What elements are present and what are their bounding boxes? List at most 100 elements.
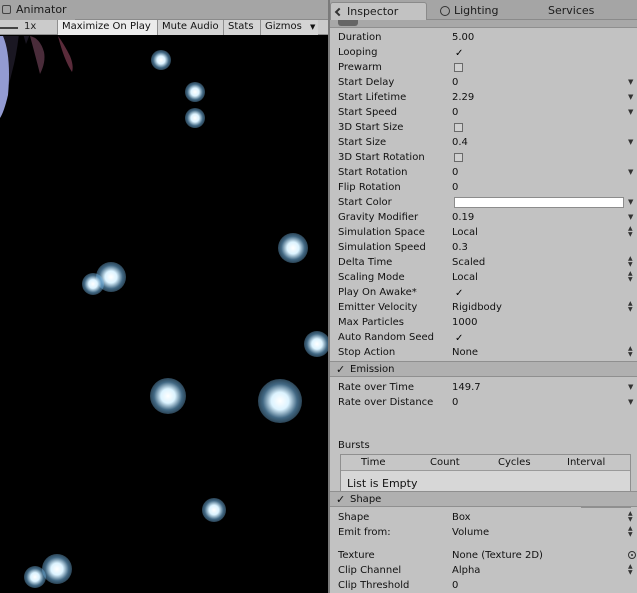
tab-animator[interactable]: Animator — [0, 0, 75, 20]
flip-rotation-field[interactable]: 0 — [452, 180, 458, 195]
clip-threshold-row: Clip Threshold 0 — [330, 578, 637, 593]
start-size-dropdown-icon[interactable]: ▼ — [628, 135, 633, 150]
gravity-modifier-row: Gravity Modifier 0.19 ▼ — [330, 210, 637, 225]
gizmos-dropdown-arrow-icon[interactable]: ▼ — [310, 20, 315, 34]
scale-slider-track[interactable] — [0, 27, 18, 29]
rate-over-distance-row: Rate over Distance 0 ▼ — [330, 395, 637, 410]
texture-field[interactable]: None (Texture 2D) — [452, 548, 543, 563]
maximize-on-play-button[interactable]: Maximize On Play — [57, 20, 157, 35]
delta-time-select[interactable]: Scaled — [452, 255, 485, 270]
start-lifetime-dropdown-icon[interactable]: ▼ — [628, 90, 633, 105]
stop-action-select[interactable]: None — [452, 345, 478, 360]
rate-over-time-label: Rate over Time — [338, 382, 415, 393]
auto-random-seed-row: Auto Random Seed ✓ — [330, 330, 637, 345]
emission-enabled-checkbox[interactable]: ✓ — [336, 363, 345, 376]
start-rotation-row: Start Rotation 0 ▼ — [330, 165, 637, 180]
scale-label: 1x — [24, 21, 37, 32]
stop-action-select-arrows-icon[interactable]: ▲ ▼ — [628, 346, 633, 358]
max-particles-label: Max Particles — [338, 317, 405, 328]
emitter-velocity-select-arrows-icon[interactable]: ▲ ▼ — [628, 301, 633, 313]
clip-channel-row: Clip Channel Alpha ▲ ▼ — [330, 563, 637, 578]
shape-select-arrows-icon[interactable]: ▲ ▼ — [628, 511, 633, 523]
play-on-awake-row: Play On Awake* ✓ — [330, 285, 637, 300]
auto-random-seed-checkbox[interactable]: ✓ — [454, 333, 463, 344]
emitter-velocity-select[interactable]: Rigidbody — [452, 300, 502, 315]
gravity-modifier-dropdown-icon[interactable]: ▼ — [628, 210, 633, 225]
bursts-col-interval: Interval — [567, 457, 606, 468]
shape-enabled-checkbox[interactable]: ✓ — [336, 493, 345, 506]
mute-audio-button[interactable]: Mute Audio — [157, 20, 223, 35]
scaling-mode-select[interactable]: Local — [452, 270, 478, 285]
gravity-modifier-field[interactable]: 0.19 — [452, 210, 474, 225]
rate-over-distance-dropdown-icon[interactable]: ▼ — [628, 395, 633, 410]
shape-header[interactable]: ✓ Shape — [330, 491, 637, 507]
start-lifetime-label: Start Lifetime — [338, 92, 407, 103]
start-delay-dropdown-icon[interactable]: ▼ — [628, 75, 633, 90]
max-particles-field[interactable]: 1000 — [452, 315, 477, 330]
rate-over-time-dropdown-icon[interactable]: ▼ — [628, 380, 633, 395]
clip-channel-select[interactable]: Alpha — [452, 563, 480, 578]
emit-from-label: Emit from: — [338, 527, 391, 538]
simulation-space-select-arrows-icon[interactable]: ▲ ▼ — [628, 226, 633, 238]
tab-services[interactable]: Services — [532, 2, 612, 20]
shape-label: Shape — [338, 512, 370, 523]
start-delay-row: Start Delay 0 ▼ — [330, 75, 637, 90]
rate-over-time-field[interactable]: 149.7 — [452, 380, 481, 395]
stop-action-label: Stop Action — [338, 347, 396, 358]
gravity-modifier-label: Gravity Modifier — [338, 212, 419, 223]
gizmos-button[interactable]: Gizmos ▼ — [260, 20, 318, 35]
scaling-mode-select-arrows-icon[interactable]: ▲ ▼ — [628, 271, 633, 283]
particle — [185, 82, 205, 102]
looping-label: Looping — [338, 47, 378, 58]
start-delay-field[interactable]: 0 — [452, 75, 458, 90]
prewarm-checkbox[interactable] — [454, 63, 463, 72]
start-speed-dropdown-icon[interactable]: ▼ — [628, 105, 633, 120]
emission-header[interactable]: ✓ Emission — [330, 361, 637, 377]
game-view-canvas[interactable] — [0, 36, 328, 593]
play-on-awake-label: Play On Awake* — [338, 287, 417, 298]
rate-over-distance-field[interactable]: 0 — [452, 395, 458, 410]
object-picker-icon[interactable] — [628, 551, 636, 559]
scaling-mode-row: Scaling Mode Local ▲ ▼ — [330, 270, 637, 285]
clip-threshold-field[interactable]: 0 — [452, 578, 458, 593]
foliage-shape — [0, 36, 73, 118]
shape-select[interactable]: Box — [452, 510, 471, 525]
emit-from-select[interactable]: Volume — [452, 525, 489, 540]
scale-slider[interactable]: 1x — [0, 20, 56, 35]
duration-field[interactable]: 5.00 — [452, 30, 474, 45]
bursts-header-row: Time Count Cycles Interval — [341, 455, 630, 471]
start-rotation-dropdown-icon[interactable]: ▼ — [628, 165, 633, 180]
3d-start-rotation-checkbox[interactable] — [454, 153, 463, 162]
emit-from-select-arrows-icon[interactable]: ▲ ▼ — [628, 526, 633, 538]
scaling-mode-label: Scaling Mode — [338, 272, 405, 283]
start-speed-field[interactable]: 0 — [452, 105, 458, 120]
emission-title: Emission — [350, 364, 395, 375]
start-size-field[interactable]: 0.4 — [452, 135, 468, 150]
start-color-swatch[interactable] — [454, 197, 624, 208]
texture-label: Texture — [338, 550, 375, 561]
bursts-empty-text: List is Empty — [347, 477, 418, 490]
simulation-speed-label: Simulation Speed — [338, 242, 426, 253]
stats-button[interactable]: Stats — [223, 20, 260, 35]
animator-icon — [2, 5, 11, 14]
simulation-space-label: Simulation Space — [338, 227, 425, 238]
start-rotation-field[interactable]: 0 — [452, 165, 458, 180]
tab-services-label: Services — [548, 4, 595, 17]
clip-channel-select-arrows-icon[interactable]: ▲ ▼ — [628, 564, 633, 576]
simulation-speed-field[interactable]: 0.3 — [452, 240, 468, 255]
play-on-awake-checkbox[interactable]: ✓ — [454, 288, 463, 299]
3d-start-size-checkbox[interactable] — [454, 123, 463, 132]
particle — [24, 566, 46, 588]
tab-inspector[interactable]: Inspector — [330, 2, 427, 20]
start-lifetime-row: Start Lifetime 2.29 ▼ — [330, 90, 637, 105]
looping-checkbox[interactable]: ✓ — [454, 48, 463, 59]
delta-time-select-arrows-icon[interactable]: ▲ ▼ — [628, 256, 633, 268]
simulation-space-row: Simulation Space Local ▲ ▼ — [330, 225, 637, 240]
simulation-space-select[interactable]: Local — [452, 225, 478, 240]
start-color-dropdown-icon[interactable]: ▼ — [628, 195, 633, 210]
start-lifetime-field[interactable]: 2.29 — [452, 90, 474, 105]
stop-action-row: Stop Action None ▲ ▼ — [330, 345, 637, 360]
tab-lighting[interactable]: Lighting — [438, 2, 518, 20]
game-view-panel: Animator 1x Maximize On Play Mute Audio … — [0, 0, 328, 593]
looping-row: Looping ✓ — [330, 45, 637, 60]
